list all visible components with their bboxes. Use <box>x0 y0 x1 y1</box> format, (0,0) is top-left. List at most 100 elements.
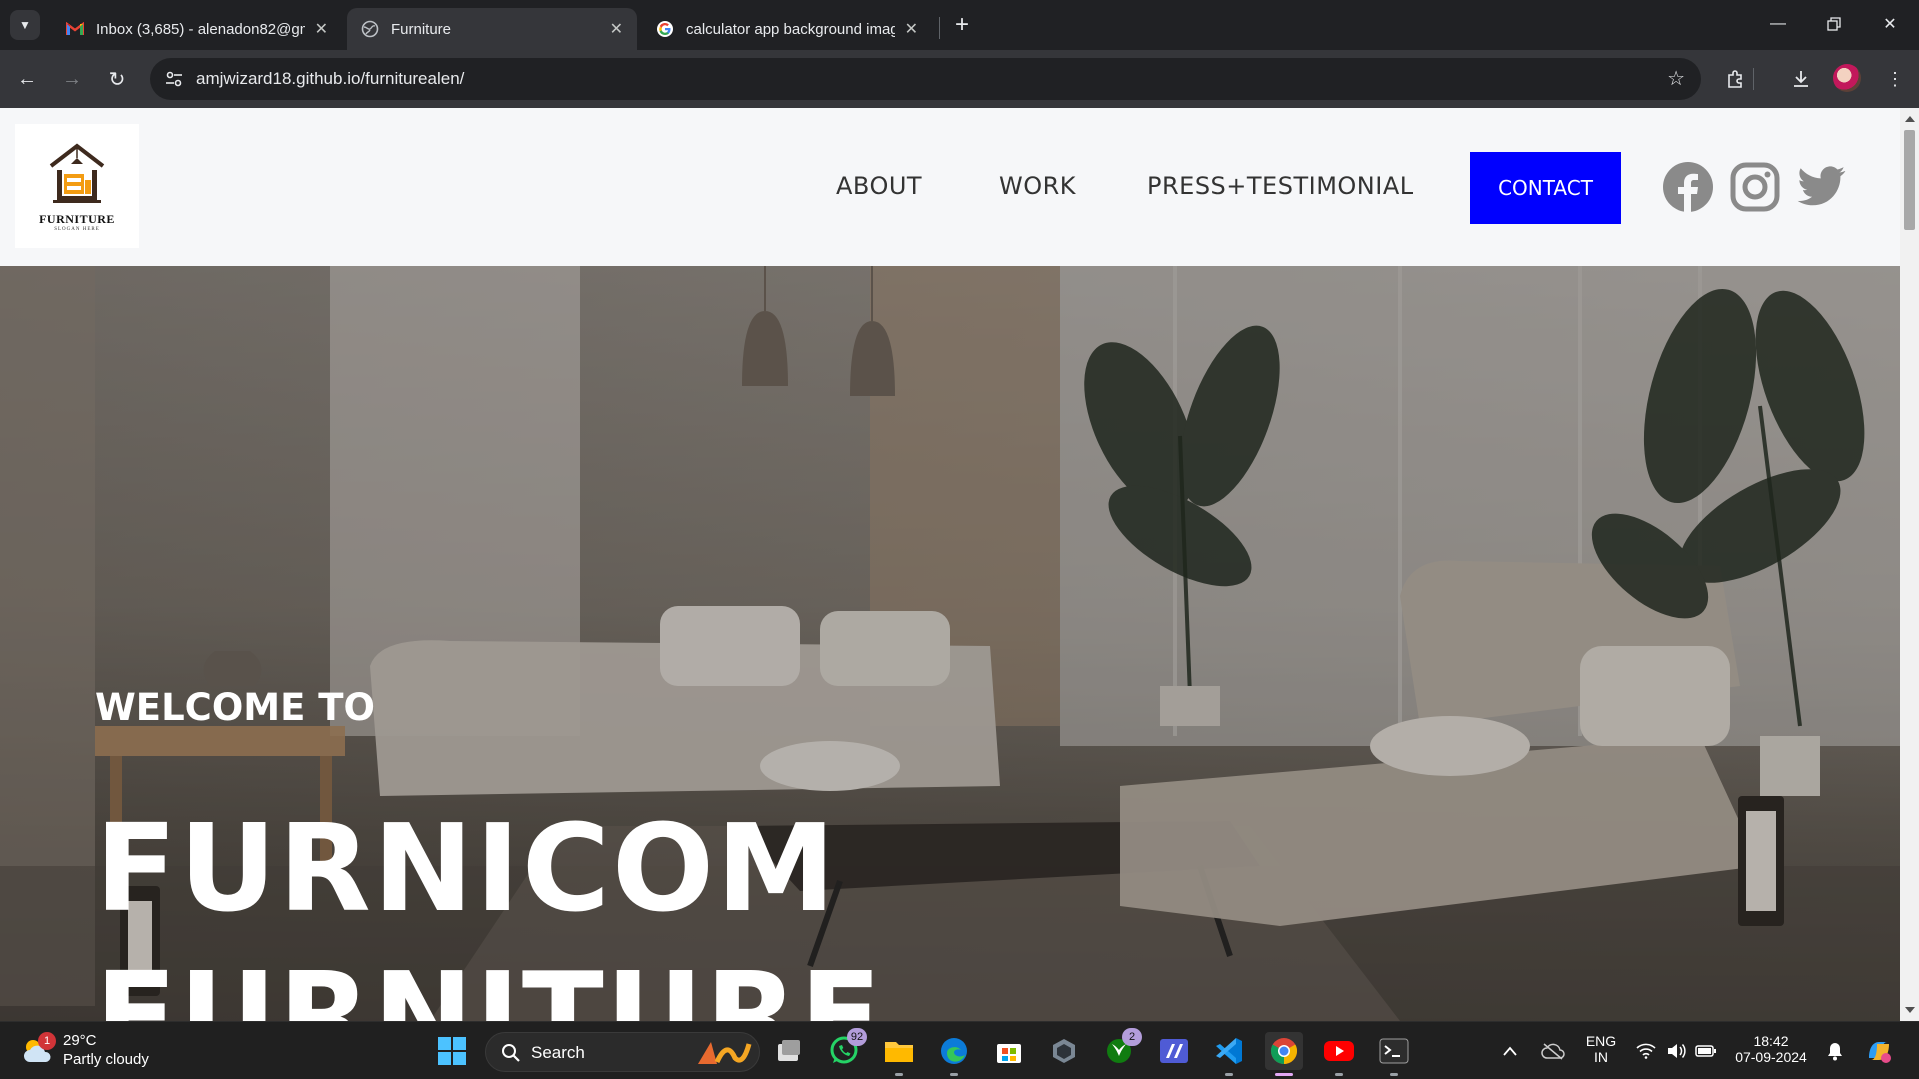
windows-taskbar: 1 29°C Partly cloudy Search 92 2 ENG IN … <box>0 1021 1919 1079</box>
weather-widget[interactable]: 1 29°C Partly cloudy <box>20 1030 160 1072</box>
forward-button[interactable]: → <box>57 64 87 94</box>
site-header: FURNITURE SLOGAN HERE ABOUT WORK PRESS+T… <box>0 108 1900 266</box>
clock[interactable]: 18:42 07-09-2024 <box>1732 1033 1810 1065</box>
address-bar[interactable]: amjwizard18.github.io/furniturealen/ ☆ <box>150 58 1701 100</box>
tab-title: calculator app background image <box>686 20 895 38</box>
profile-avatar[interactable] <box>1833 64 1861 92</box>
toolbar-separator <box>1753 68 1754 90</box>
taskbar-store[interactable] <box>990 1032 1028 1070</box>
start-button[interactable] <box>433 1032 471 1070</box>
contact-button[interactable]: CONTACT <box>1470 152 1621 224</box>
tab-gmail[interactable]: Inbox (3,685) - alenadon82@gmail.com ✕ <box>52 8 342 50</box>
extensions-icon[interactable] <box>1721 64 1751 94</box>
terminal-icon <box>1379 1038 1409 1064</box>
hero-title-line-1: FURNICOM <box>95 800 838 939</box>
new-tab-button[interactable]: + <box>949 10 975 40</box>
hero-kicker: WELCOME TO <box>95 686 375 729</box>
twitter-icon[interactable] <box>1794 160 1848 214</box>
folder-icon <box>885 1042 913 1062</box>
taskbar-xbox[interactable]: 2 <box>1100 1028 1142 1070</box>
house-furniture-logo-icon <box>49 143 105 203</box>
search-icon <box>502 1044 520 1062</box>
running-indicator <box>1225 1073 1233 1076</box>
running-indicator <box>1390 1073 1398 1076</box>
google-icon <box>656 20 674 38</box>
site-info-icon[interactable] <box>162 67 186 91</box>
globe-icon <box>361 20 379 38</box>
bookmark-star-icon[interactable]: ☆ <box>1667 66 1685 91</box>
windows-logo-icon <box>438 1037 466 1065</box>
task-view-icon <box>778 1040 800 1061</box>
notification-bell-icon[interactable] <box>1820 1032 1850 1070</box>
taskbar-file-explorer[interactable] <box>880 1032 918 1076</box>
minimize-button[interactable]: — <box>1750 0 1806 48</box>
clock-time: 18:42 <box>1753 1033 1789 1049</box>
tab-google-search[interactable]: calculator app background image ✕ <box>642 8 932 50</box>
vscode-icon <box>1216 1038 1242 1064</box>
tray-overflow-chevron-icon[interactable] <box>1495 1032 1525 1070</box>
tab-furniture[interactable]: Furniture ✕ <box>347 8 637 50</box>
taskbar-app-blue[interactable] <box>1155 1032 1193 1070</box>
facebook-icon[interactable] <box>1661 160 1715 214</box>
scroll-down-arrow-icon[interactable] <box>1905 1007 1915 1013</box>
close-tab-icon[interactable]: ✕ <box>315 19 328 39</box>
taskbar-search-box[interactable]: Search <box>485 1032 760 1072</box>
instagram-icon[interactable] <box>1728 160 1782 214</box>
taskbar-app-hexagon[interactable] <box>1045 1032 1083 1070</box>
store-icon <box>997 1044 1021 1063</box>
weather-temperature: 29°C <box>63 1032 97 1049</box>
url-text: amjwizard18.github.io/furniturealen/ <box>196 69 465 88</box>
language-region: IN <box>1594 1049 1608 1065</box>
battery-icon[interactable] <box>1692 1032 1720 1070</box>
close-tab-icon[interactable]: ✕ <box>610 19 623 39</box>
running-indicator <box>1335 1073 1343 1076</box>
restore-icon <box>1827 17 1841 31</box>
whatsapp-badge: 92 <box>847 1028 867 1046</box>
hero-title: FURNICOM FURNITURE <box>95 796 884 1021</box>
weather-description: Partly cloudy <box>63 1051 149 1068</box>
running-indicator <box>950 1073 958 1076</box>
tab-separator <box>939 17 940 39</box>
hexagon-app-icon <box>1053 1039 1075 1063</box>
copilot-icon[interactable] <box>1862 1032 1896 1070</box>
wifi-icon[interactable] <box>1632 1032 1660 1070</box>
xbox-badge: 2 <box>1122 1028 1142 1046</box>
close-window-button[interactable]: ✕ <box>1862 0 1918 48</box>
taskbar-vscode[interactable] <box>1210 1032 1248 1076</box>
close-tab-icon[interactable]: ✕ <box>905 19 918 39</box>
downloads-icon[interactable] <box>1786 64 1816 94</box>
taskbar-terminal[interactable] <box>1375 1032 1413 1076</box>
scroll-up-arrow-icon[interactable] <box>1905 116 1915 122</box>
reload-button[interactable]: ↻ <box>102 64 132 94</box>
language-code: ENG <box>1585 1033 1617 1049</box>
language-indicator[interactable]: ENG IN <box>1584 1033 1618 1065</box>
taskbar-task-view[interactable] <box>770 1032 808 1070</box>
nav-about[interactable]: ABOUT <box>836 172 922 200</box>
taskbar-whatsapp[interactable]: 92 <box>825 1028 867 1070</box>
scrollbar-thumb[interactable] <box>1904 130 1915 230</box>
weather-badge: 1 <box>38 1032 56 1050</box>
taskbar-youtube[interactable] <box>1320 1032 1358 1076</box>
chrome-icon <box>1270 1038 1298 1065</box>
nav-work[interactable]: WORK <box>999 172 1076 200</box>
back-button[interactable]: ← <box>12 64 42 94</box>
tab-title: Inbox (3,685) - alenadon82@gmail.com <box>96 20 305 38</box>
search-highlight-icon <box>698 1042 752 1064</box>
tab-title: Furniture <box>391 20 452 38</box>
taskbar-edge[interactable] <box>935 1032 973 1076</box>
tab-search-button[interactable]: ▼ <box>10 10 40 40</box>
taskbar-chrome[interactable] <box>1265 1032 1303 1076</box>
site-logo[interactable]: FURNITURE SLOGAN HERE <box>15 124 139 248</box>
page-scrollbar[interactable] <box>1900 108 1919 1021</box>
restore-button[interactable] <box>1806 0 1862 48</box>
youtube-icon <box>1324 1041 1354 1061</box>
volume-icon[interactable] <box>1662 1032 1690 1070</box>
tab-strip: ▼ Inbox (3,685) - alenadon82@gmail.com ✕… <box>0 0 1919 50</box>
search-label: Search <box>531 1043 585 1062</box>
nav-press-testimonial[interactable]: PRESS+TESTIMONIAL <box>1147 172 1414 200</box>
active-indicator <box>1275 1073 1293 1076</box>
logo-slogan: SLOGAN HERE <box>54 227 100 232</box>
logo-name: FURNITURE <box>39 212 115 226</box>
cloud-offline-icon[interactable] <box>1538 1032 1568 1070</box>
browser-menu-icon[interactable]: ⋮ <box>1880 64 1910 94</box>
